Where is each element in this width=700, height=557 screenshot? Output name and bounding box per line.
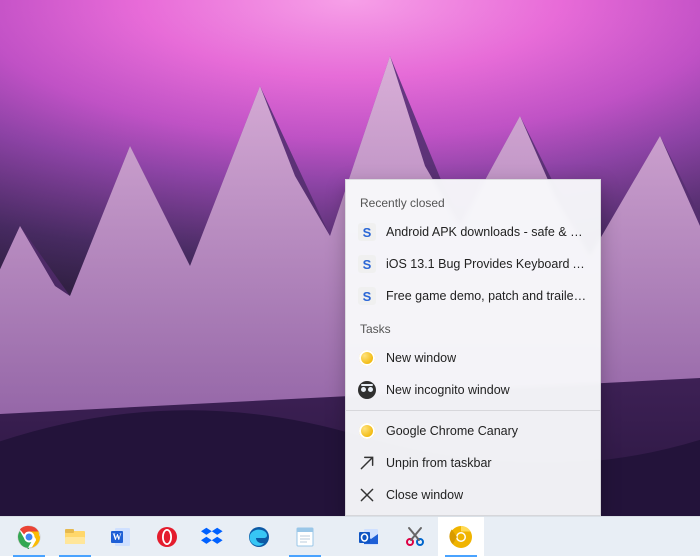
taskbar-item-edge[interactable] xyxy=(236,517,282,557)
unpin-icon xyxy=(358,454,376,472)
jumplist-close-window[interactable]: Close window xyxy=(346,479,600,511)
outlook-icon xyxy=(356,524,382,550)
taskbar-item-notepad[interactable] xyxy=(282,517,328,557)
jumplist-item-label: New incognito window xyxy=(386,383,510,397)
jumplist-item-label: Google Chrome Canary xyxy=(386,424,518,438)
site-icon: S xyxy=(358,255,376,273)
canary-icon xyxy=(358,349,376,367)
chrome-canary-icon xyxy=(448,524,474,550)
taskbar-item-chrome[interactable] xyxy=(6,517,52,557)
taskbar-item-dropbox[interactable] xyxy=(190,517,236,557)
jumplist-item-label: Close window xyxy=(386,488,463,502)
jumplist-item-label: New window xyxy=(386,351,456,365)
jumplist-task-new-window[interactable]: New window xyxy=(346,342,600,374)
jumplist-item-label: Android APK downloads - safe & verifi… xyxy=(386,225,588,239)
jumplist-recent-item[interactable]: S iOS 13.1 Bug Provides Keyboard Apps… xyxy=(346,248,600,280)
taskbar-item-snipping-tool[interactable] xyxy=(392,517,438,557)
taskbar-item-file-explorer[interactable] xyxy=(52,517,98,557)
word-icon: W xyxy=(108,524,134,550)
taskbar: W xyxy=(0,516,700,556)
jumplist-unpin[interactable]: Unpin from taskbar xyxy=(346,447,600,479)
taskbar-item-chrome-canary[interactable] xyxy=(438,517,484,557)
svg-text:W: W xyxy=(113,532,122,542)
jumplist-item-label: Unpin from taskbar xyxy=(386,456,492,470)
jumplist-app-name[interactable]: Google Chrome Canary xyxy=(346,415,600,447)
jumplist-header-recent: Recently closed xyxy=(346,186,600,216)
jumplist-item-label: Free game demo, patch and trailer do… xyxy=(386,289,588,303)
file-explorer-icon xyxy=(62,524,88,550)
jumplist-item-label: iOS 13.1 Bug Provides Keyboard Apps… xyxy=(386,257,588,271)
dropbox-icon xyxy=(200,524,226,550)
jumplist-recent-item[interactable]: S Free game demo, patch and trailer do… xyxy=(346,280,600,312)
jumplist-header-tasks: Tasks xyxy=(346,312,600,342)
separator xyxy=(346,410,600,411)
chrome-icon xyxy=(16,524,42,550)
incognito-icon xyxy=(358,381,376,399)
snipping-tool-icon xyxy=(402,524,428,550)
jumplist-task-new-incognito[interactable]: New incognito window xyxy=(346,374,600,406)
jumplist: Recently closed S Android APK downloads … xyxy=(345,179,601,516)
taskbar-item-outlook[interactable] xyxy=(346,517,392,557)
edge-icon xyxy=(246,524,272,550)
notepad-icon xyxy=(292,524,318,550)
close-icon xyxy=(358,486,376,504)
opera-icon xyxy=(154,524,180,550)
taskbar-item-opera[interactable] xyxy=(144,517,190,557)
site-icon: S xyxy=(358,287,376,305)
jumplist-recent-item[interactable]: S Android APK downloads - safe & verifi… xyxy=(346,216,600,248)
taskbar-item-word[interactable]: W xyxy=(98,517,144,557)
canary-icon xyxy=(358,422,376,440)
site-icon: S xyxy=(358,223,376,241)
